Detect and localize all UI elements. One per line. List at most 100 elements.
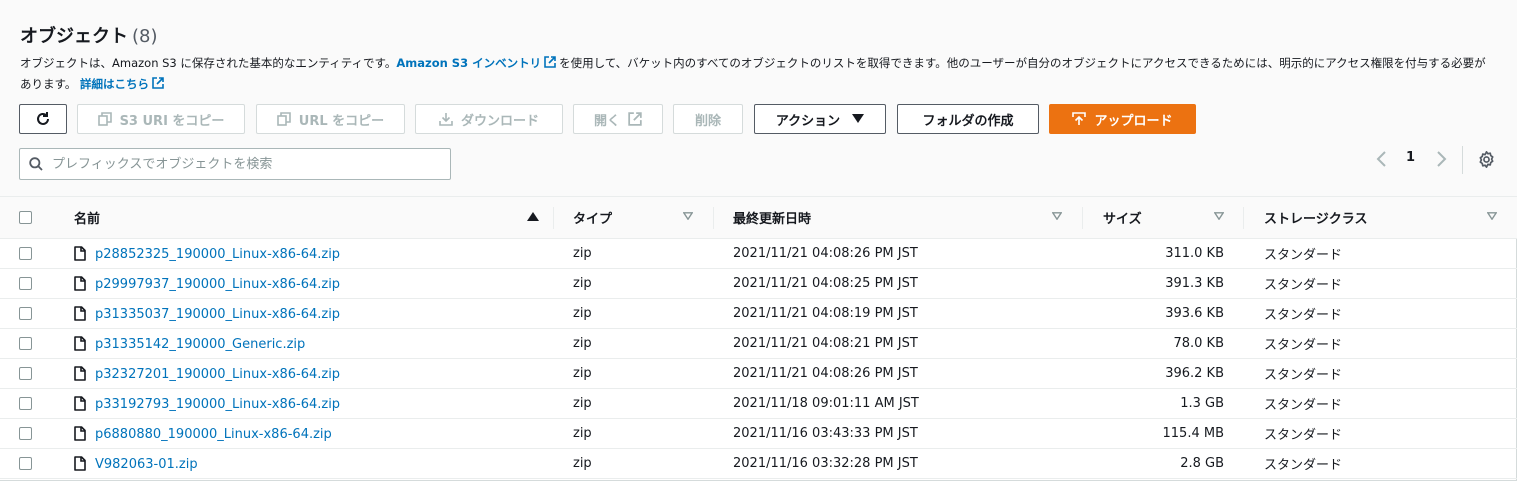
sort-icon — [1487, 212, 1497, 220]
row-checkbox[interactable] — [19, 457, 32, 470]
row-checkbox[interactable] — [19, 247, 32, 260]
learn-more-link[interactable]: 詳細はこちら — [80, 77, 149, 91]
table-row[interactable]: p31335037_190000_Linux-x86-64.zip zip 20… — [0, 298, 1517, 329]
select-all-checkbox[interactable] — [19, 211, 32, 224]
size-cell: 396.2 KB — [1083, 358, 1244, 389]
name-cell: p32327201_190000_Linux-x86-64.zip — [58, 358, 554, 389]
download-button[interactable]: ダウンロード — [415, 104, 563, 134]
file-icon — [74, 455, 86, 471]
size-cell: 2.8 GB — [1083, 448, 1244, 479]
type-cell: zip — [554, 238, 714, 269]
name-cell: p33192793_190000_Linux-x86-64.zip — [58, 388, 554, 419]
storage-class-cell: スタンダード — [1244, 418, 1517, 449]
object-name-link[interactable]: V982063-01.zip — [95, 457, 198, 472]
create-folder-button[interactable]: フォルダの作成 — [897, 104, 1039, 134]
refresh-button[interactable] — [19, 104, 67, 134]
search-box — [19, 148, 451, 180]
type-cell: zip — [554, 418, 714, 449]
row-select-cell — [0, 388, 58, 419]
last-modified-cell: 2021/11/21 04:08:26 PM JST — [714, 358, 1083, 389]
caret-down-icon — [852, 114, 865, 123]
objects-description: オブジェクトは、Amazon S3 に保存された基本的なエンティティです。Ama… — [20, 56, 1486, 91]
row-checkbox[interactable] — [19, 307, 32, 320]
column-header-name[interactable]: 名前 — [58, 196, 554, 239]
object-name-link[interactable]: p31335142_190000_Generic.zip — [95, 337, 305, 352]
row-checkbox[interactable] — [19, 367, 32, 380]
table-row[interactable]: p33192793_190000_Linux-x86-64.zip zip 20… — [0, 388, 1517, 419]
table-row[interactable]: p31335142_190000_Generic.zip zip 2021/11… — [0, 328, 1517, 359]
type-cell: zip — [554, 268, 714, 299]
row-checkbox[interactable] — [19, 397, 32, 410]
size-cell: 393.6 KB — [1083, 298, 1244, 329]
copy-s3-uri-button[interactable]: S3 URI をコピー — [77, 104, 245, 134]
last-modified-cell: 2021/11/21 04:08:19 PM JST — [714, 298, 1083, 329]
table-row[interactable]: p6880880_190000_Linux-x86-64.zip zip 202… — [0, 418, 1517, 449]
select-all-cell — [0, 196, 58, 239]
column-header-size[interactable]: サイズ — [1083, 196, 1244, 239]
object-name-link[interactable]: p32327201_190000_Linux-x86-64.zip — [95, 367, 340, 382]
object-name-link[interactable]: p28852325_190000_Linux-x86-64.zip — [95, 247, 340, 262]
copy-url-button[interactable]: URL をコピー — [256, 104, 405, 134]
last-modified-cell: 2021/11/21 04:08:26 PM JST — [714, 238, 1083, 269]
last-modified-cell: 2021/11/16 03:43:33 PM JST — [714, 418, 1083, 449]
row-select-cell — [0, 238, 58, 269]
table-row[interactable]: V982063-01.zip zip 2021/11/16 03:32:28 P… — [0, 448, 1517, 479]
row-select-cell — [0, 358, 58, 389]
file-icon — [74, 365, 86, 381]
download-icon — [439, 113, 453, 126]
table-row[interactable]: p29997937_190000_Linux-x86-64.zip zip 20… — [0, 268, 1517, 299]
row-select-cell — [0, 418, 58, 449]
type-cell: zip — [554, 328, 714, 359]
upload-button[interactable]: アップロード — [1049, 104, 1196, 134]
actions-dropdown-button[interactable]: アクション — [754, 104, 886, 134]
object-name-link[interactable]: p6880880_190000_Linux-x86-64.zip — [95, 427, 332, 442]
file-icon — [74, 245, 86, 261]
delete-button[interactable]: 削除 — [673, 104, 743, 134]
external-link-icon — [544, 56, 556, 68]
current-page[interactable]: 1 — [1406, 150, 1415, 165]
next-page-icon[interactable] — [1435, 151, 1447, 167]
table-row[interactable]: p32327201_190000_Linux-x86-64.zip zip 20… — [0, 358, 1517, 389]
object-name-link[interactable]: p33192793_190000_Linux-x86-64.zip — [95, 397, 340, 412]
size-cell: 78.0 KB — [1083, 328, 1244, 359]
last-modified-cell: 2021/11/18 09:01:11 AM JST — [714, 388, 1083, 419]
column-header-storage-class[interactable]: ストレージクラス — [1244, 196, 1517, 239]
storage-class-cell: スタンダード — [1244, 238, 1517, 269]
type-cell: zip — [554, 448, 714, 479]
type-cell: zip — [554, 358, 714, 389]
name-cell: p28852325_190000_Linux-x86-64.zip — [58, 238, 554, 269]
refresh-icon — [37, 112, 49, 125]
file-icon — [74, 335, 86, 351]
pager-divider — [1462, 146, 1463, 174]
table-header-row: 名前 タイプ 最終更新日時 サイズ ストレージクラス — [0, 196, 1517, 239]
row-checkbox[interactable] — [19, 427, 32, 440]
search-input[interactable] — [50, 151, 446, 177]
column-header-type[interactable]: タイプ — [554, 196, 714, 239]
storage-class-cell: スタンダード — [1244, 448, 1517, 479]
inventory-link[interactable]: Amazon S3 インベントリ — [396, 56, 541, 70]
last-modified-cell: 2021/11/16 03:32:28 PM JST — [714, 448, 1083, 479]
row-select-cell — [0, 268, 58, 299]
sort-icon — [683, 212, 693, 220]
size-cell: 1.3 GB — [1083, 388, 1244, 419]
column-header-last-modified[interactable]: 最終更新日時 — [714, 196, 1083, 239]
page-title: オブジェクト (8) — [20, 26, 158, 47]
objects-panel: オブジェクト (8) オブジェクトは、Amazon S3 に保存された基本的なエン… — [0, 0, 1517, 481]
storage-class-cell: スタンダード — [1244, 328, 1517, 359]
previous-page-icon[interactable] — [1376, 151, 1388, 167]
settings-gear-icon[interactable] — [1478, 151, 1495, 168]
open-button[interactable]: 開く — [573, 104, 663, 134]
size-cell: 391.3 KB — [1083, 268, 1244, 299]
sort-ascending-icon — [527, 212, 539, 221]
file-icon — [74, 305, 86, 321]
storage-class-cell: スタンダード — [1244, 388, 1517, 419]
object-name-link[interactable]: p31335037_190000_Linux-x86-64.zip — [95, 307, 340, 322]
type-cell: zip — [554, 388, 714, 419]
storage-class-cell: スタンダード — [1244, 268, 1517, 299]
row-checkbox[interactable] — [19, 337, 32, 350]
row-checkbox[interactable] — [19, 277, 32, 290]
last-modified-cell: 2021/11/21 04:08:21 PM JST — [714, 328, 1083, 359]
table-row[interactable]: p28852325_190000_Linux-x86-64.zip zip 20… — [0, 238, 1517, 269]
size-cell: 311.0 KB — [1083, 238, 1244, 269]
object-name-link[interactable]: p29997937_190000_Linux-x86-64.zip — [95, 277, 340, 292]
